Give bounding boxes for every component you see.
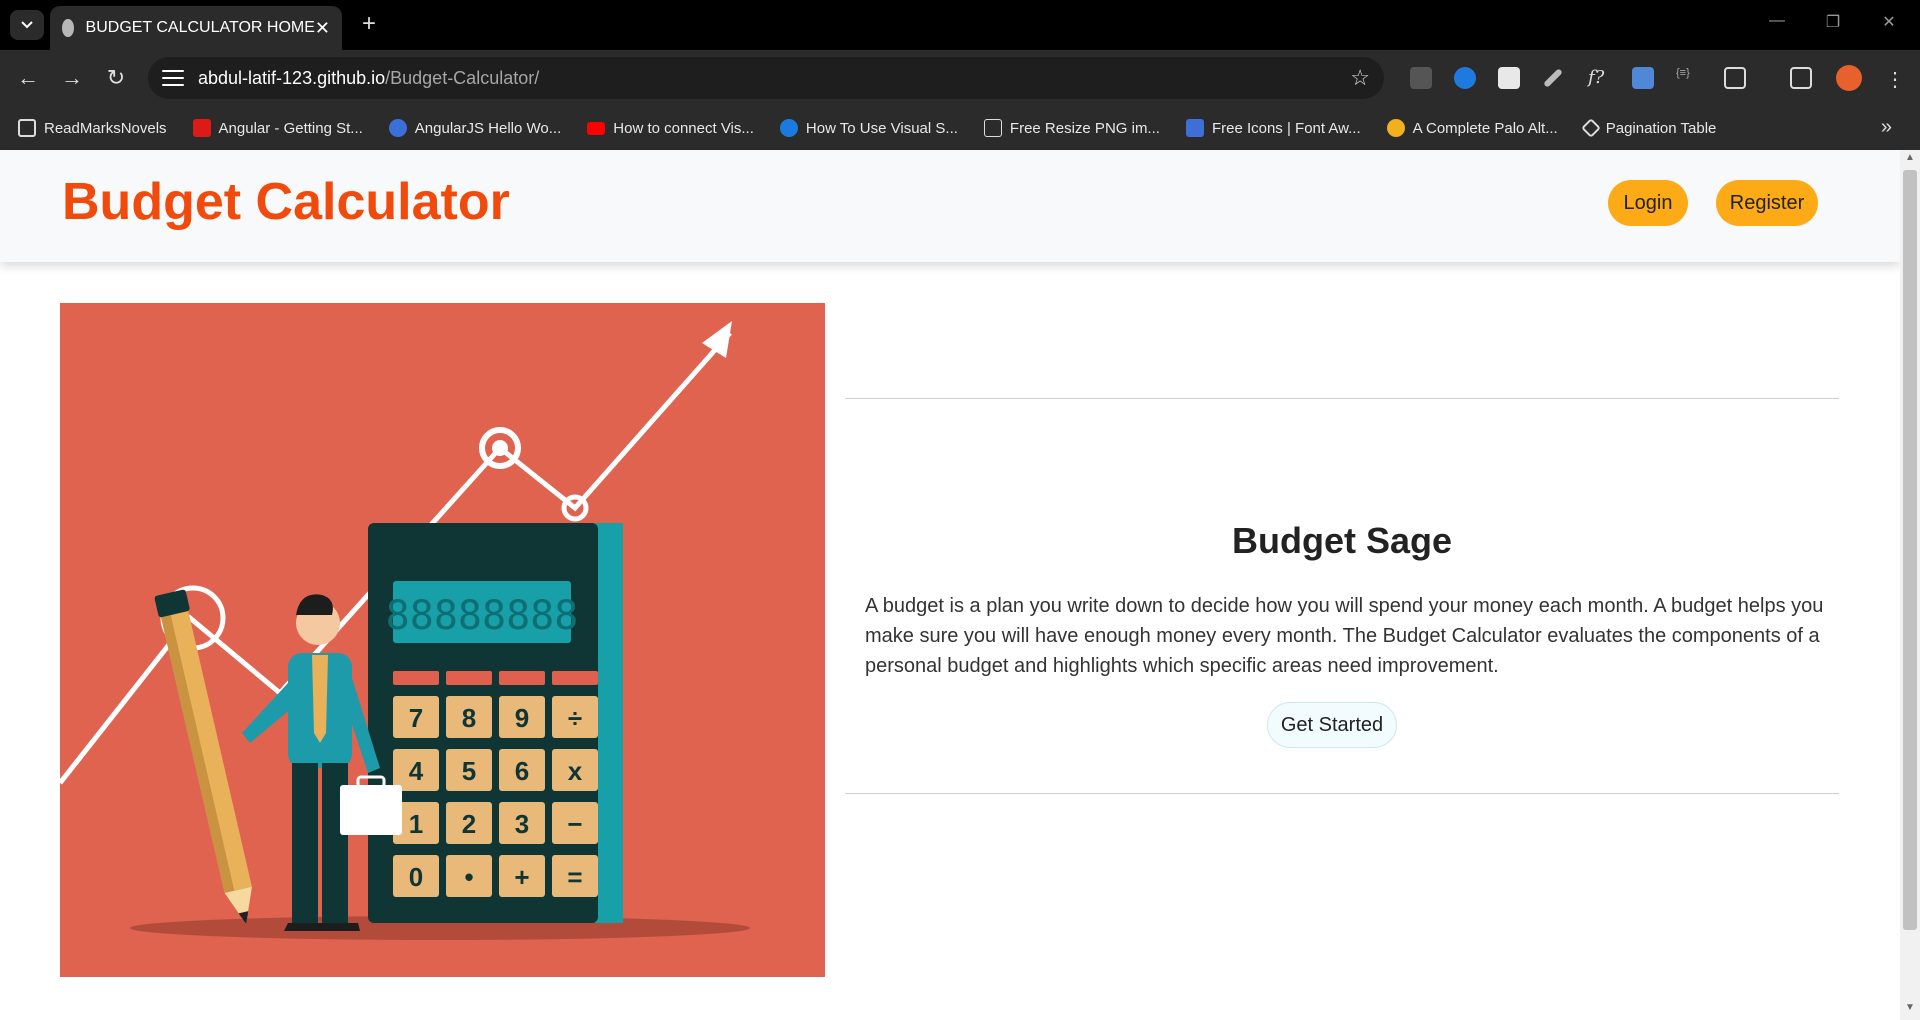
bookmark-item[interactable]: ReadMarksNovels [18,119,167,137]
bookmark-item[interactable]: How to connect Vis... [587,120,754,137]
register-button[interactable]: Register [1716,180,1818,226]
angularjs-icon [388,119,407,137]
extensions-puzzle-icon[interactable] [1724,67,1746,89]
tab-search-button[interactable] [10,10,44,40]
shazam-icon[interactable] [1454,67,1476,89]
calculator-key-label: 6 [515,756,529,786]
calculator-key-label: 3 [515,809,529,839]
page-content: Budget Calculator Login Register 7 8 9 ÷… [0,150,1900,1020]
fontawesome-flag-icon [1185,119,1204,137]
bookmark-item[interactable]: AngularJS Hello Wo... [388,119,561,137]
calculator-key-label: x [568,756,583,786]
top-divider [845,398,1839,399]
hero-title: Budget Sage [1231,520,1453,561]
screen-capture-icon[interactable] [1632,67,1654,89]
calculator-key-label: 2 [462,809,476,839]
profile-avatar-icon[interactable] [1836,65,1862,91]
calculator-side [595,523,623,923]
calculator-key-label: 4 [409,756,424,786]
font-detect-icon[interactable]: f? [1588,67,1610,89]
side-panel-icon[interactable] [1790,67,1812,89]
calculator-key-label: 0 [409,862,423,892]
calculator-key-label: 7 [409,703,423,733]
bookmark-item[interactable]: Free Icons | Font Aw... [1185,119,1361,137]
restore-icon[interactable]: ❐ [1818,12,1848,32]
tab-title: BUDGET CALCULATOR HOME [85,19,315,36]
bottom-divider [845,793,1839,794]
budget-illustration: 7 8 9 ÷ 4 5 6 x 1 2 3 − 0 • + = 88888888 [60,303,825,977]
calendar-icon[interactable] [1498,67,1520,89]
calculator-key-label: + [514,862,529,892]
bookmark-item[interactable]: Pagination Table [1580,118,1716,138]
get-started-button[interactable]: Get Started [1267,702,1397,748]
scroll-down-icon[interactable]: ▼ [1900,1002,1920,1018]
hero-description: A budget is a plan you write down to dec… [865,595,1824,677]
reload-icon[interactable]: ↻ [100,62,132,94]
browser-toolbar: ← → ↻ abdul-latif-123.github.io /Budget-… [0,50,1920,106]
paloalto-icon [1386,119,1405,137]
close-tab-icon[interactable]: ✕ [315,18,330,39]
back-icon[interactable]: ← [12,62,44,94]
color-picker-icon[interactable] [1543,68,1563,88]
page-scrollbar[interactable]: ▲ ▼ [1900,150,1920,1020]
calculator-key-label: 8 [462,703,476,733]
folder-icon [18,119,36,137]
brand-title[interactable]: Budget Calculator [62,172,510,232]
tab-strip: BUDGET CALCULATOR HOME ✕ + — ❐ ✕ [0,0,1920,50]
more-bookmarks-icon[interactable]: » [1881,116,1892,139]
bookmark-item[interactable]: How To Use Visual S... [779,119,958,137]
forward-icon[interactable]: → [56,62,88,94]
angular-icon [192,119,211,137]
chart-node [492,440,508,456]
ps-icon [983,119,1002,137]
new-tab-button[interactable]: + [354,10,384,40]
close-window-icon[interactable]: ✕ [1874,12,1904,32]
site-navbar: Budget Calculator Login Register [0,150,1900,262]
browser-tab[interactable]: BUDGET CALCULATOR HOME ✕ [50,6,342,50]
calculator-key-label: = [567,862,582,892]
scroll-thumb[interactable] [1903,170,1917,930]
youtube-icon [587,121,606,135]
bookmark-star-icon[interactable]: ☆ [1350,65,1370,91]
chevron-down-icon [21,21,33,29]
json-icon[interactable]: {≡} [1676,67,1698,89]
scroll-up-icon[interactable]: ▲ [1900,152,1920,168]
pencil [154,589,252,924]
address-bar[interactable]: abdul-latif-123.github.io /Budget-Calcul… [148,57,1384,99]
codepen-icon [1580,118,1601,138]
url-path: /Budget-Calculator/ [385,67,540,88]
minimize-icon[interactable]: — [1762,12,1792,30]
calculator-display-text: 88888888 [386,593,579,639]
calculator-key-label: − [567,809,582,839]
digitalocean-icon [779,119,798,137]
bookmark-item[interactable]: A Complete Palo Alt... [1386,119,1558,137]
login-button[interactable]: Login [1608,180,1688,226]
calculator-key-label: 5 [462,756,476,786]
site-info-icon[interactable] [162,68,184,88]
bookmark-item[interactable]: Free Resize PNG im... [983,119,1160,137]
calculator-key-label: 9 [515,703,529,733]
url-host: abdul-latif-123.github.io [198,67,386,88]
bookmarks-bar: ReadMarksNovels Angular - Getting St... … [0,106,1920,150]
menu-kebab-icon[interactable]: ⋮ [1884,67,1906,91]
calculator-key-label: ÷ [568,703,582,733]
globe-icon [62,19,74,37]
calculator-key-label: • [464,862,473,892]
arrow-head [702,321,732,358]
calculator-key-label: 1 [409,809,423,839]
bookmark-item[interactable]: Angular - Getting St... [192,119,363,137]
extension-icon[interactable] [1410,67,1432,89]
